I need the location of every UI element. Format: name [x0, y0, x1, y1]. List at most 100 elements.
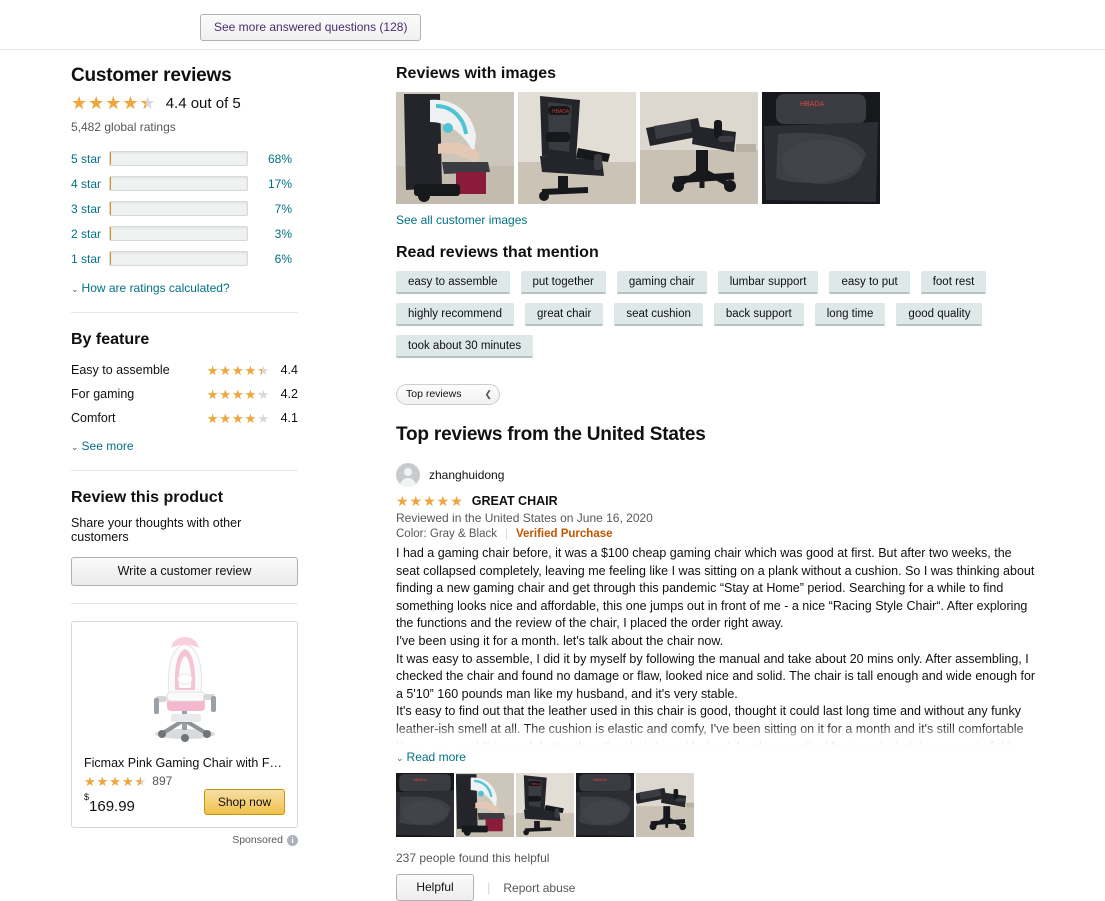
histogram-bar-fill	[110, 252, 111, 265]
feature-rating-stars: ★★★★★★★★★★	[206, 362, 270, 378]
global-ratings-count: 5,482 global ratings	[71, 120, 176, 134]
histogram-bar-track[interactable]	[109, 176, 248, 191]
review-image-thumbnail[interactable]	[636, 773, 694, 837]
histogram-star-label-3[interactable]: 3 star	[71, 202, 109, 216]
reviewer-name[interactable]: zhanghuidong	[429, 468, 504, 482]
histogram-star-label-4[interactable]: 4 star	[71, 177, 109, 191]
review-image-thumbnail[interactable]: HBADA	[396, 773, 454, 837]
feature-name: For gaming	[71, 387, 135, 401]
histogram-bar-track[interactable]	[109, 151, 248, 166]
sponsored-review-count: 897	[152, 774, 173, 788]
sponsored-product-title[interactable]: Ficmax Pink Gaming Chair with Footrest, …	[84, 755, 285, 771]
verified-purchase-badge: Verified Purchase	[515, 528, 613, 540]
overall-rating-stars: ★★★★★ ★★★★★	[71, 93, 157, 113]
see-more-answered-questions-button[interactable]: See more answered questions (128)	[200, 14, 422, 41]
histogram-row: 2 star 3%	[71, 221, 298, 246]
review-title-row[interactable]: ★★★★★ ★★★★★ GREAT CHAIR	[396, 494, 1036, 508]
sponsored-product-rating[interactable]: ★★★★★ ★★★★★ 897	[84, 774, 285, 788]
review-body-text: I had a gaming chair before, it was a $1…	[396, 545, 1036, 745]
divider	[71, 312, 298, 313]
review-color-variant[interactable]: Color: Gray & Black	[396, 528, 497, 540]
review-image-thumbnail[interactable]: HBADA	[576, 773, 634, 837]
review-this-product-heading: Review this product	[71, 489, 224, 506]
review-photo-thumbnail[interactable]	[640, 92, 758, 204]
shop-now-button[interactable]: Shop now	[204, 789, 285, 815]
avatar[interactable]	[396, 463, 420, 487]
review-image-thumbnail[interactable]	[456, 773, 514, 837]
keyword-chip[interactable]: great chair	[524, 303, 604, 326]
review-date: Reviewed in the United States on June 16…	[396, 511, 653, 525]
histogram-percent[interactable]: 3%	[248, 227, 292, 241]
review-photo-thumbnail[interactable]	[396, 92, 514, 204]
svg-text:HBADA: HBADA	[413, 777, 427, 782]
feature-score: 4.4	[280, 363, 298, 377]
keyword-chip-list: easy to assemble put together gaming chair…	[396, 271, 1036, 358]
review-photo-thumbnail[interactable]: HBADA	[518, 92, 636, 204]
chevron-down-icon: ❮	[484, 388, 492, 399]
overall-rating[interactable]: ★★★★★ ★★★★★ 4.4 out of 5	[71, 94, 298, 112]
histogram-bar-track[interactable]	[109, 226, 248, 241]
keyword-chip[interactable]: gaming chair	[616, 271, 707, 294]
report-abuse-link[interactable]: Report abuse	[503, 881, 575, 895]
keyword-chip[interactable]: back support	[713, 303, 804, 326]
customer-reviews-heading: Customer reviews	[71, 65, 232, 86]
histogram-percent[interactable]: 7%	[248, 202, 292, 216]
keyword-chip[interactable]: easy to assemble	[396, 271, 510, 294]
read-more-link[interactable]: ⌄ Read more	[396, 749, 1036, 764]
keyword-chip[interactable]: took about 30 minutes	[396, 335, 534, 358]
review-photo-thumbnail[interactable]: HBADA	[762, 92, 880, 204]
feature-name: Easy to assemble	[71, 363, 170, 377]
feature-score: 4.1	[280, 411, 298, 425]
ratings-histogram: 5 star 68% 4 star 17% 3 star 7% 2 star 3% 1 star…	[71, 146, 298, 271]
review-title[interactable]: GREAT CHAIR	[472, 494, 558, 508]
review-paragraph: I've been using it for a month. let's ta…	[396, 633, 724, 648]
histogram-bar-track[interactable]	[109, 201, 248, 216]
see-more-features-link[interactable]: ⌄ See more	[71, 438, 298, 453]
histogram-star-label-1[interactable]: 1 star	[71, 252, 109, 266]
sponsored-ad-card[interactable]: Ficmax Pink Gaming Chair with Footrest, …	[71, 621, 298, 828]
reviews-main-column: Reviews with images HBADA HBADA See all c…	[396, 64, 1036, 901]
info-icon[interactable]: i	[287, 834, 298, 846]
feature-rating-row: Easy to assemble ★★★★★★★★★★ 4.4	[71, 358, 298, 382]
feature-name: Comfort	[71, 411, 116, 425]
chevron-down-icon: ⌄	[396, 753, 404, 763]
histogram-star-label-5[interactable]: 5 star	[71, 152, 109, 166]
by-feature-heading: By feature	[71, 331, 150, 348]
feature-rating-row: For gaming ★★★★★★★★★★ 4.2	[71, 382, 298, 406]
histogram-percent[interactable]: 6%	[248, 252, 292, 266]
helpful-button[interactable]: Helpful	[396, 874, 474, 901]
histogram-row: 3 star 7%	[71, 196, 298, 221]
review-actions: Helpful | Report abuse	[396, 874, 1036, 901]
histogram-row: 4 star 17%	[71, 171, 298, 196]
keyword-chip[interactable]: seat cushion	[614, 303, 703, 326]
review-sort-dropdown[interactable]: Top reviews ❮	[396, 384, 500, 405]
keyword-chip[interactable]: long time	[814, 303, 886, 326]
reviewer-profile[interactable]: zhanghuidong	[396, 463, 1036, 487]
reviews-with-images-strip: HBADA HBADA	[396, 92, 1036, 204]
how-ratings-calculated-link[interactable]: ⌄ How are ratings calculated?	[71, 280, 298, 295]
keyword-chip[interactable]: lumbar support	[717, 271, 819, 294]
keyword-chip[interactable]: put together	[520, 271, 606, 294]
histogram-star-label-2[interactable]: 2 star	[71, 227, 109, 241]
review-this-product-subtitle: Share your thoughts with other customers	[71, 516, 242, 544]
keyword-chip[interactable]: easy to put	[829, 271, 910, 294]
keyword-chip[interactable]: foot rest	[920, 271, 987, 294]
divider	[71, 603, 298, 604]
histogram-percent[interactable]: 17%	[248, 177, 292, 191]
review-image-thumbnails: HBADA HBADA HBADA	[396, 773, 1036, 837]
keyword-chip[interactable]: highly recommend	[396, 303, 514, 326]
keyword-chip[interactable]: good quality	[896, 303, 983, 326]
top-reviews-heading: Top reviews from the United States	[396, 424, 706, 445]
sponsored-label: Sponsored	[232, 834, 283, 846]
top-bar: See more answered questions (128)	[0, 0, 1105, 50]
write-customer-review-button[interactable]: Write a customer review	[71, 557, 298, 586]
histogram-bar-fill	[110, 227, 111, 240]
review-image-thumbnail[interactable]: HBADA	[516, 773, 574, 837]
divider	[71, 470, 298, 471]
sponsored-product-image[interactable]	[84, 633, 285, 745]
see-all-customer-images-link[interactable]: See all customer images	[396, 213, 1036, 227]
sponsored-disclosure: Sponsored i	[71, 834, 298, 846]
histogram-percent[interactable]: 68%	[248, 152, 292, 166]
histogram-bar-track[interactable]	[109, 251, 248, 266]
feature-ratings-list: Easy to assemble ★★★★★★★★★★ 4.4 For gaming ★…	[71, 358, 298, 430]
